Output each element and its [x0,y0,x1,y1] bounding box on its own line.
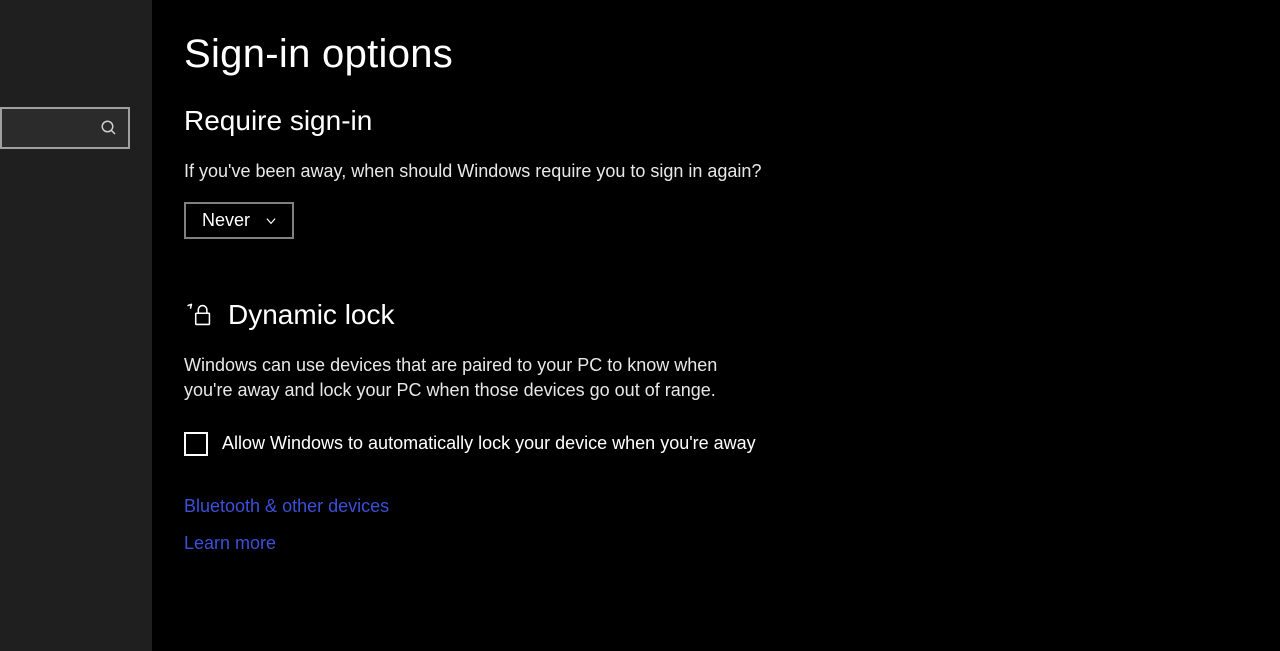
dynamic-lock-icon [184,303,216,327]
chevron-down-icon [264,214,278,228]
search-input[interactable] [0,107,130,149]
require-signin-heading: Require sign-in [184,105,1280,137]
learn-more-link[interactable]: Learn more [184,533,1280,554]
require-signin-dropdown[interactable]: Never [184,202,294,239]
dynamic-lock-checkbox-row: Allow Windows to automatically lock your… [184,432,1280,456]
sidebar [0,0,152,651]
dynamic-lock-description: Windows can use devices that are paired … [184,353,744,403]
dynamic-lock-checkbox[interactable] [184,432,208,456]
require-signin-description: If you've been away, when should Windows… [184,159,824,184]
dynamic-lock-heading-row: Dynamic lock [184,299,1280,331]
bluetooth-link[interactable]: Bluetooth & other devices [184,496,1280,517]
search-icon [100,119,118,137]
page-title: Sign-in options [184,32,1280,77]
dynamic-lock-checkbox-label: Allow Windows to automatically lock your… [222,433,756,454]
dynamic-lock-heading: Dynamic lock [228,299,394,331]
dropdown-value: Never [202,210,250,231]
main-content: Sign-in options Require sign-in If you'v… [152,0,1280,651]
